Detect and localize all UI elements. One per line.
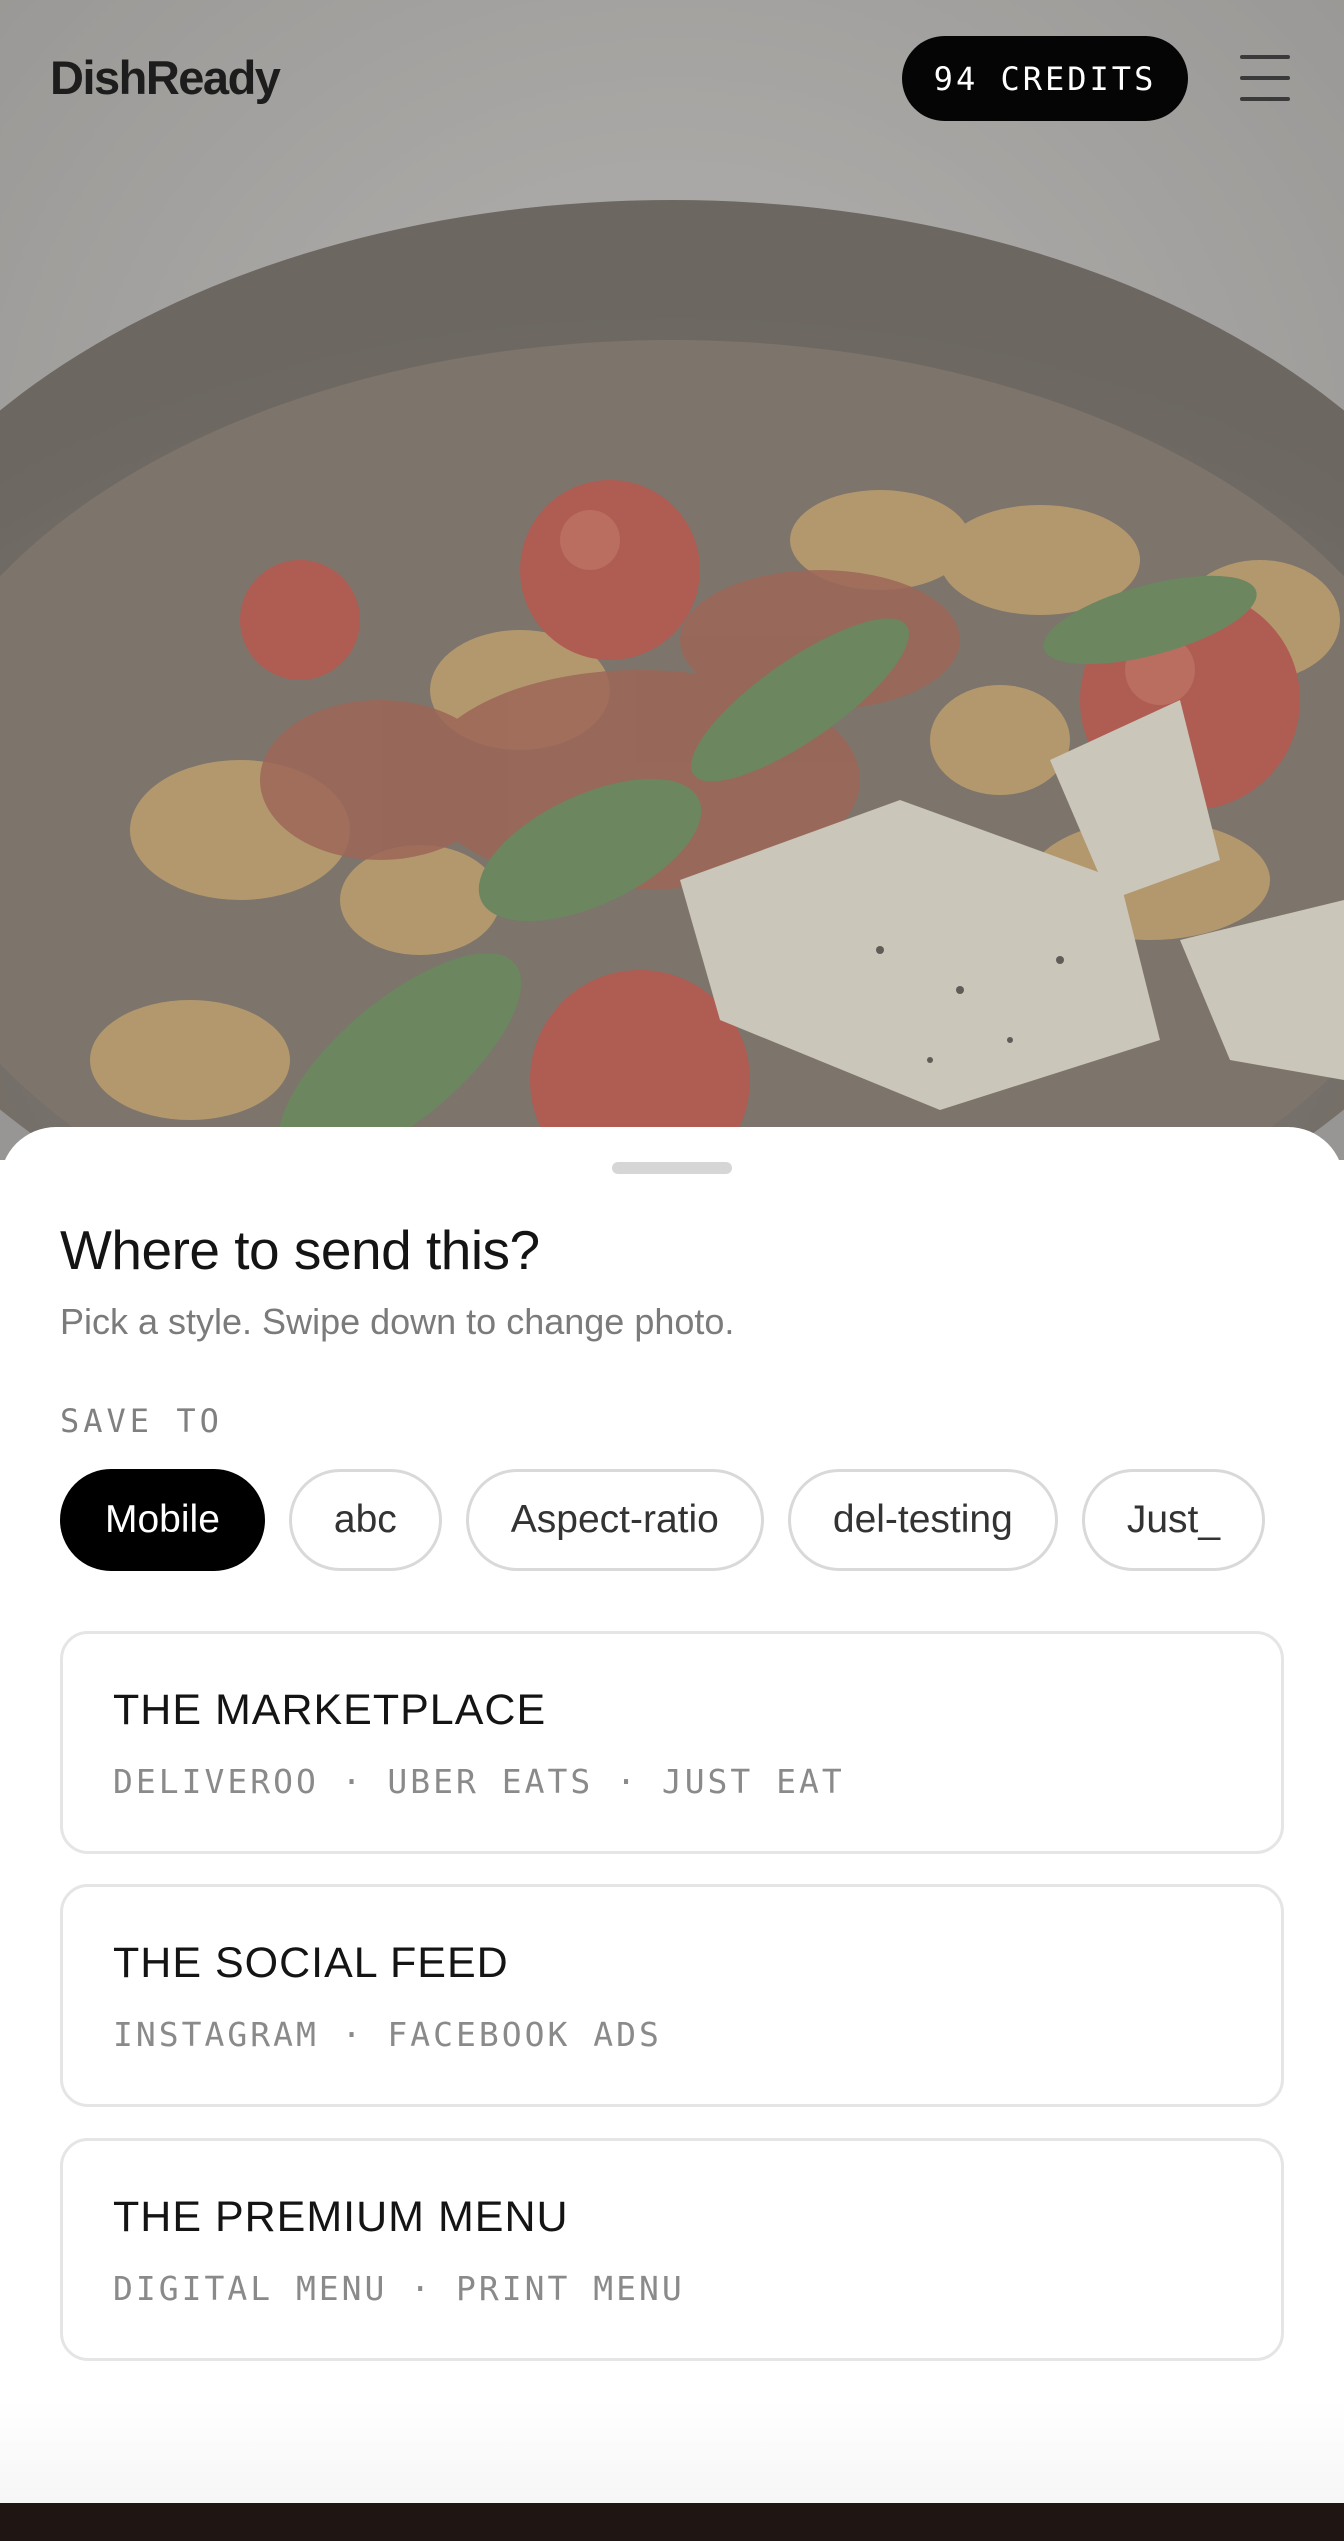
folder-chip-abc[interactable]: abc (288, 1469, 442, 1571)
folder-chip-just[interactable]: Just_ (1081, 1469, 1266, 1571)
style-card-premium-menu[interactable]: THE PREMIUM MENU DIGITAL MENU · PRINT ME… (60, 2138, 1284, 2361)
hamburger-menu-icon[interactable] (1240, 55, 1290, 101)
hero-food-photo (0, 0, 1344, 1160)
sheet-bottom-fade (0, 2400, 1344, 2503)
style-card-social-feed[interactable]: THE SOCIAL FEED INSTAGRAM · FACEBOOK ADS (60, 1884, 1284, 2107)
save-to-label: SAVE TO (60, 1402, 223, 1440)
menu-line (1240, 97, 1290, 101)
bottom-bar (0, 2503, 1344, 2541)
sheet-drag-handle[interactable] (612, 1162, 732, 1174)
style-card-title: THE MARKETPLACE (113, 1686, 547, 1734)
brand-logo[interactable]: DishReady (50, 50, 281, 105)
sheet-title: Where to send this? (60, 1219, 540, 1281)
style-card-title: THE SOCIAL FEED (113, 1939, 509, 1987)
hero-dim-overlay (0, 0, 1344, 1160)
folder-chip-aspect-ratio[interactable]: Aspect-ratio (465, 1469, 764, 1571)
style-card-title: THE PREMIUM MENU (113, 2193, 569, 2241)
sheet-subtitle: Pick a style. Swipe down to change photo… (60, 1301, 735, 1342)
style-card-platforms: DELIVEROO · UBER EATS · JUST EAT (113, 1762, 845, 1801)
menu-line (1240, 76, 1290, 80)
style-card-platforms: INSTAGRAM · FACEBOOK ADS (113, 2015, 662, 2054)
folder-chip-mobile[interactable]: Mobile (60, 1469, 265, 1571)
folder-chip-scroller[interactable]: Mobile abc Aspect-ratio del-testing Just… (60, 1469, 1284, 1571)
menu-line (1240, 55, 1290, 59)
style-card-marketplace[interactable]: THE MARKETPLACE DELIVEROO · UBER EATS · … (60, 1631, 1284, 1854)
folder-chip-del-testing[interactable]: del-testing (787, 1469, 1058, 1571)
folder-chip-list: Mobile abc Aspect-ratio del-testing Just… (60, 1469, 1284, 1571)
style-card-platforms: DIGITAL MENU · PRINT MENU (113, 2269, 685, 2308)
credits-badge[interactable]: 94 CREDITS (902, 36, 1188, 121)
